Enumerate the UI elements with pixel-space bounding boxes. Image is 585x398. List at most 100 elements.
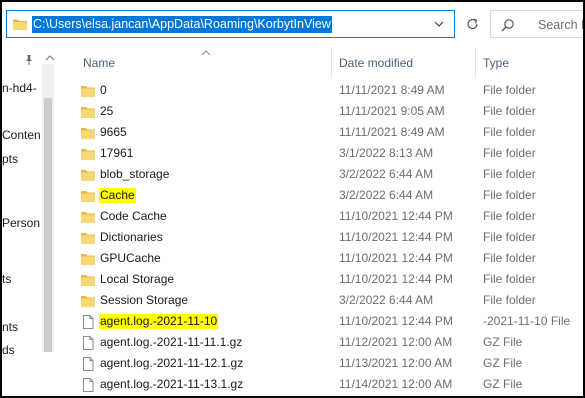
file-row[interactable]: agent.log.-2021-11-13.1.gz 11/14/2021 12:… [54,374,583,395]
chevron-down-icon[interactable] [432,16,446,32]
file-date-modified: 3/2/2022 6:44 AM [339,293,434,307]
folder-icon [80,167,96,183]
file-type: File folder [483,272,536,286]
file-type: File folder [483,293,536,307]
file-type: File folder [483,146,536,160]
file-icon [80,335,96,351]
file-date-modified: 3/1/2022 8:13 AM [339,146,434,160]
file-row[interactable]: Dictionaries 11/10/2021 12:44 PM File fold… [54,227,583,248]
file-type: File folder [483,230,536,244]
file-row[interactable]: Local Storage 11/10/2021 12:44 PM File fol… [54,269,583,290]
file-icon [80,314,96,330]
file-date-modified: 3/2/2022 6:44 AM [339,167,434,181]
nav-scrollbar-thumb[interactable] [44,98,52,352]
file-row[interactable]: GPUCache 11/10/2021 12:44 PM File folder [54,248,583,269]
file-date-modified: 11/10/2021 12:44 PM [339,230,453,244]
nav-item[interactable]: Conten [2,128,41,142]
file-name[interactable]: blob_storage [99,167,170,182]
file-row[interactable]: 25 11/11/2021 9:05 AM File folder [54,101,583,122]
nav-item[interactable]: pts [2,152,18,166]
file-type: File folder [483,104,536,118]
folder-icon [80,209,96,225]
file-date-modified: 3/2/2022 6:44 AM [339,188,434,202]
search-placeholder: Search K [538,18,583,32]
address-path[interactable]: C:\Users\elsa.jancan\AppData\Roaming\Kor… [32,16,332,33]
file-type: -2021-11-10 File [483,314,571,328]
file-name[interactable]: 0 [99,83,108,98]
file-date-modified: 11/14/2021 12:00 AM [339,377,453,391]
file-type: File folder [483,83,536,97]
file-type: File folder [483,125,536,139]
file-date-modified: 11/10/2021 12:44 PM [339,314,453,328]
column-header-name[interactable]: Name [83,46,115,80]
nav-item[interactable]: ts [2,272,11,286]
file-name[interactable]: agent.log.-2021-11-11.1.gz [99,335,243,350]
scroll-up-icon[interactable] [45,50,54,64]
file-row[interactable]: 0 11/11/2021 8:49 AM File folder [54,80,583,101]
file-row[interactable]: agent.log.-2021-11-10 11/10/2021 12:44 PM… [54,311,583,332]
file-row[interactable]: 17961 3/1/2022 8:13 AM File folder [54,143,583,164]
file-type: File folder [483,251,536,265]
file-name[interactable]: agent.log.-2021-11-12.1.gz [99,356,244,371]
folder-icon [80,104,96,120]
nav-scrollbar[interactable] [42,64,54,352]
folder-icon [80,83,96,99]
file-name[interactable]: agent.log.-2021-11-10 [99,314,219,329]
folder-icon [13,18,27,33]
file-type: GZ File [483,335,523,349]
sort-chevron-up-icon [201,46,211,60]
file-name[interactable]: Session Storage [99,293,189,308]
file-icon [80,377,96,393]
file-name[interactable]: agent.log.-2021-11-13.1.gz [99,377,244,392]
address-bar[interactable]: C:\Users\elsa.jancan\AppData\Roaming\Kor… [6,10,455,38]
file-type: GZ File [483,356,523,370]
file-row[interactable]: agent.log.-2021-11-12.1.gz 11/13/2021 12:… [54,353,583,374]
file-type: File folder [483,188,536,202]
file-row[interactable]: Cache 3/2/2022 6:44 AM File folder [54,185,583,206]
file-name[interactable]: 25 [99,104,114,119]
file-row[interactable]: Session Storage 3/2/2022 6:44 AM File fold… [54,290,583,311]
file-icon [80,356,96,372]
nav-item[interactable]: nts [2,320,18,334]
file-date-modified: 11/11/2021 9:05 AM [339,104,445,118]
file-name[interactable]: Local Storage [99,272,175,287]
file-row[interactable]: blob_storage 3/2/2022 6:44 AM File folder [54,164,583,185]
nav-item[interactable]: Person [2,216,40,230]
file-date-modified: 11/13/2021 12:00 AM [339,356,453,370]
column-divider[interactable] [475,48,476,78]
file-type: GZ File [483,377,523,391]
folder-icon [80,272,96,288]
folder-icon [80,251,96,267]
file-date-modified: 11/10/2021 12:44 PM [339,251,453,265]
file-date-modified: 11/10/2021 12:44 PM [339,209,453,223]
refresh-button[interactable] [462,10,484,38]
file-date-modified: 11/11/2021 8:49 AM [339,125,445,139]
file-name[interactable]: Code Cache [99,209,168,224]
file-type: File folder [483,167,536,181]
file-row[interactable]: 9665 11/11/2021 8:49 AM File folder [54,122,583,143]
column-divider[interactable] [331,48,332,78]
file-row[interactable]: Code Cache 11/10/2021 12:44 PM File folder [54,206,583,227]
file-name[interactable]: 9665 [99,125,128,140]
folder-icon [80,146,96,162]
file-name[interactable]: Cache [99,188,136,203]
file-date-modified: 11/11/2021 8:49 AM [339,83,445,97]
file-name[interactable]: 17961 [99,146,134,161]
file-name[interactable]: Dictionaries [99,230,164,245]
file-row[interactable]: agent.log.-2021-11-11.1.gz 11/12/2021 12:… [54,332,583,353]
folder-icon [80,230,96,246]
folder-icon [80,188,96,204]
column-header-type[interactable]: Type [483,46,509,80]
file-list: 0 11/11/2021 8:49 AM File folder 25 11/11/20… [54,80,583,396]
search-icon [501,18,515,35]
search-box[interactable]: Search K [490,10,583,38]
nav-item[interactable]: n-hd4- [2,81,37,95]
nav-item[interactable]: ds [2,343,15,357]
pin-icon[interactable] [23,54,35,69]
column-header-date-modified[interactable]: Date modified [339,46,413,80]
file-name[interactable]: GPUCache [99,251,162,266]
file-date-modified: 11/10/2021 12:44 PM [339,272,453,286]
file-date-modified: 11/12/2021 12:00 AM [339,335,453,349]
file-type: File folder [483,209,536,223]
column-header-row: Name Date modified Type [54,46,583,80]
